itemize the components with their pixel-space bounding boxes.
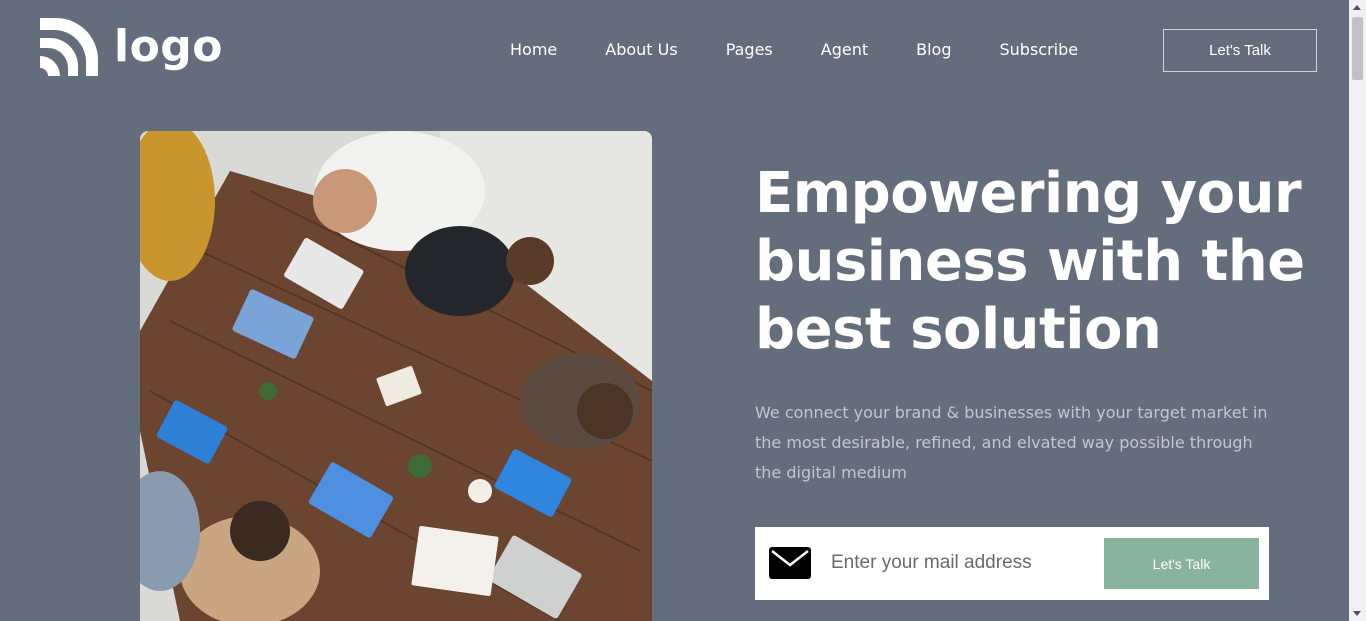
nav-about-us[interactable]: About Us — [605, 38, 677, 62]
hero-subtitle: We connect your brand & businesses with … — [755, 403, 1268, 482]
logo[interactable]: logo — [40, 18, 223, 76]
nav-subscribe[interactable]: Subscribe — [1000, 38, 1079, 62]
page-scrollbar[interactable] — [1349, 0, 1366, 621]
scroll-up-arrow-icon[interactable] — [1353, 5, 1361, 10]
signal-arcs-icon — [40, 18, 98, 76]
mail-icon — [769, 547, 811, 579]
subscribe-form: Let's Talk — [755, 527, 1269, 600]
hero-image — [140, 131, 652, 621]
scroll-thumb[interactable] — [1352, 17, 1363, 80]
header-lets-talk-button[interactable]: Let's Talk — [1163, 29, 1317, 72]
nav-pages[interactable]: Pages — [726, 38, 773, 62]
logo-text: logo — [114, 21, 224, 72]
main-nav: Home About Us Pages Agent Blog Subscribe — [486, 38, 1102, 62]
nav-blog[interactable]: Blog — [916, 38, 951, 62]
hero-title: Empowering your business with the best s… — [755, 161, 1305, 362]
nav-agent[interactable]: Agent — [821, 38, 868, 62]
scroll-down-arrow-icon[interactable] — [1353, 611, 1361, 616]
email-input[interactable] — [831, 545, 1091, 581]
nav-home[interactable]: Home — [510, 38, 557, 62]
subscribe-lets-talk-button[interactable]: Let's Talk — [1104, 538, 1259, 589]
